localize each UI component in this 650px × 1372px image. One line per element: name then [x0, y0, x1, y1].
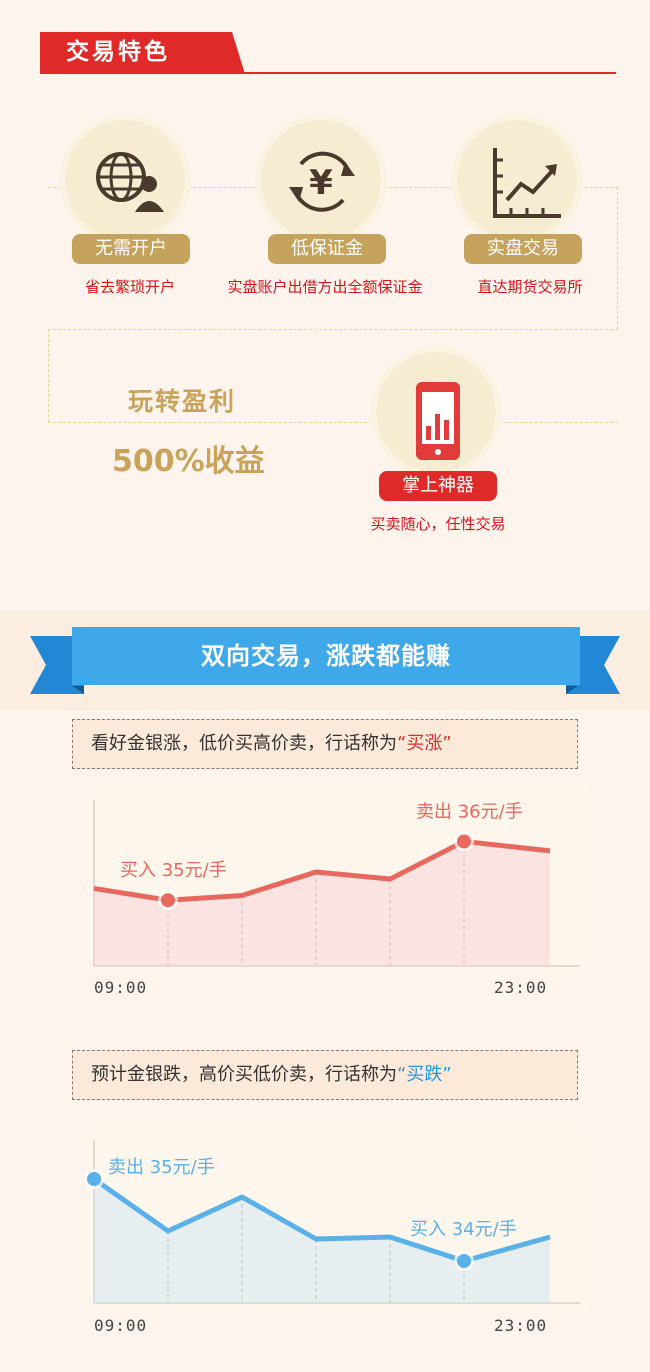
point-label: 买入 34元/手 — [410, 1219, 517, 1240]
x-end-label: 23:00 — [494, 1316, 548, 1335]
point-label: 卖出 35元/手 — [108, 1157, 215, 1178]
data-point — [87, 1172, 101, 1186]
x-start-label: 09:00 — [94, 1316, 148, 1335]
short-chart: 卖出 35元/手买入 34元/手 — [84, 1140, 580, 1304]
data-point — [457, 1254, 471, 1268]
